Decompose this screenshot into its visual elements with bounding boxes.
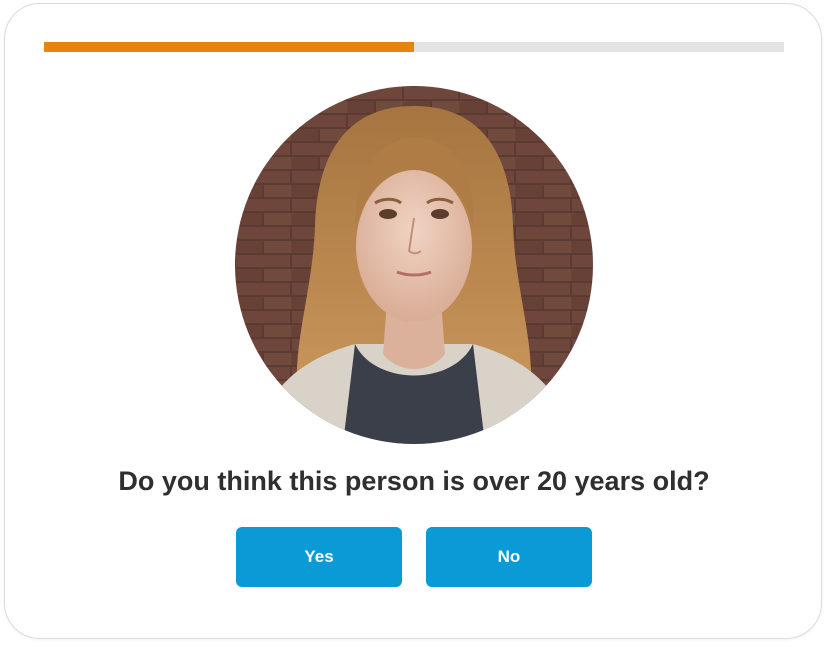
progress-bar (44, 42, 784, 52)
person-photo (235, 86, 593, 444)
yes-button[interactable]: Yes (236, 527, 402, 587)
progress-bar-fill (44, 42, 414, 52)
question-text: Do you think this person is over 20 year… (118, 466, 710, 496)
no-button[interactable]: No (426, 527, 592, 587)
